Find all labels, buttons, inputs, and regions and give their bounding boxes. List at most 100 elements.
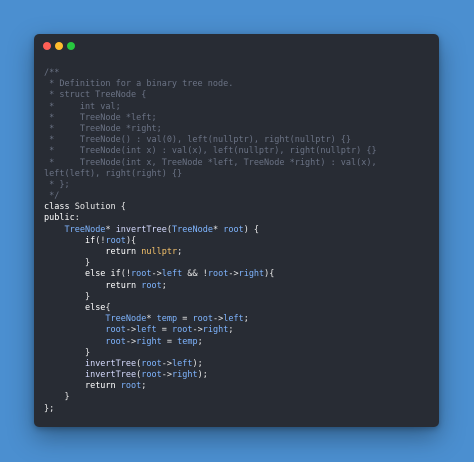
code-token: * int val; bbox=[44, 101, 121, 112]
code-line: return root; bbox=[44, 281, 377, 292]
code-token: * bbox=[146, 314, 157, 325]
code-token: root bbox=[105, 235, 126, 246]
code-line: * TreeNode(int x, TreeNode *left, TreeNo… bbox=[44, 158, 377, 169]
code-token: } bbox=[44, 392, 70, 403]
code-token: * TreeNode *left; bbox=[44, 112, 157, 123]
code-line: return nullptr; bbox=[44, 247, 377, 258]
code-token: : bbox=[74, 213, 80, 224]
close-window-button[interactable] bbox=[43, 42, 51, 50]
code-token: left bbox=[136, 325, 157, 336]
code-line: return root; bbox=[44, 381, 377, 392]
code-token: left bbox=[223, 314, 244, 325]
code-token: ; bbox=[141, 381, 147, 392]
code-token: TreeNode bbox=[105, 314, 147, 325]
code-token: nullptr bbox=[141, 247, 178, 257]
code-token: return bbox=[105, 247, 137, 257]
code-token: = bbox=[177, 314, 193, 325]
code-token: invertTree bbox=[84, 370, 137, 381]
code-token: ){ bbox=[264, 269, 275, 280]
code-token: * Definition for a binary tree node. bbox=[44, 79, 234, 90]
code-token: else if bbox=[84, 269, 121, 280]
code-line: * }; bbox=[44, 180, 377, 191]
code-line: TreeNode* temp = root->left; bbox=[44, 314, 377, 325]
code-window: /** * Definition for a binary tree node.… bbox=[34, 34, 439, 427]
code-line: * TreeNode *right; bbox=[44, 124, 377, 135]
code-line: * struct TreeNode { bbox=[44, 90, 377, 101]
code-token: root bbox=[141, 280, 162, 291]
code-token: TreeNode bbox=[172, 224, 213, 235]
code-line: if(!root){ bbox=[44, 236, 377, 247]
code-line: } bbox=[44, 292, 377, 303]
code-token: root bbox=[223, 224, 244, 235]
minimize-window-button[interactable] bbox=[55, 42, 63, 50]
code-line: /** bbox=[44, 68, 377, 79]
code-line: root->right = temp; bbox=[44, 337, 377, 348]
maximize-window-button[interactable] bbox=[67, 42, 75, 50]
window-titlebar bbox=[34, 34, 439, 60]
code-token: -> bbox=[125, 336, 137, 347]
code-token: ) { bbox=[243, 224, 260, 235]
code-line: * int val; bbox=[44, 102, 377, 113]
code-token: root bbox=[131, 269, 152, 280]
code-block: /** * Definition for a binary tree node.… bbox=[44, 68, 377, 415]
code-token: */ bbox=[44, 191, 60, 202]
code-token: -> bbox=[228, 269, 239, 280]
code-token: root bbox=[105, 336, 126, 347]
code-token: return bbox=[84, 381, 116, 392]
code-token: left(left), right(right) {} bbox=[44, 168, 183, 179]
code-token: * bbox=[212, 224, 224, 235]
code-line: TreeNode* invertTree(TreeNode* root) { bbox=[44, 225, 377, 236]
code-token: && ! bbox=[182, 269, 208, 280]
code-line: * TreeNode *left; bbox=[44, 113, 377, 124]
code-token: } bbox=[44, 347, 91, 358]
code-line: else{ bbox=[44, 303, 377, 314]
code-token: root bbox=[172, 325, 193, 336]
code-token: temp bbox=[156, 314, 178, 325]
code-token: temp bbox=[177, 336, 198, 347]
code-token: = bbox=[161, 336, 178, 347]
code-token: * bbox=[105, 224, 116, 235]
code-token: ){ bbox=[125, 235, 137, 246]
code-token: ; bbox=[243, 314, 249, 325]
code-token: right bbox=[202, 325, 229, 336]
code-token: root bbox=[207, 269, 229, 280]
code-line: } bbox=[44, 348, 377, 359]
code-token: ); bbox=[197, 370, 208, 381]
code-token: -> bbox=[161, 358, 172, 369]
code-token: * TreeNode *right; bbox=[44, 123, 162, 134]
code-token: * }; bbox=[44, 179, 70, 190]
code-token: invertTree bbox=[115, 224, 167, 235]
code-token: ; bbox=[228, 325, 234, 336]
code-token: -> bbox=[212, 314, 224, 325]
code-token: /** bbox=[44, 68, 60, 78]
code-token: root bbox=[141, 370, 162, 381]
code-token: = bbox=[156, 325, 172, 336]
code-token: right bbox=[172, 370, 198, 381]
code-token: TreeNode bbox=[64, 224, 106, 235]
code-token: -> bbox=[192, 325, 203, 336]
code-token: root bbox=[192, 314, 213, 325]
code-token: invertTree bbox=[84, 358, 137, 369]
code-token: (! bbox=[120, 269, 132, 280]
code-token: ; bbox=[161, 280, 167, 291]
code-line: invertTree(root->left); bbox=[44, 359, 377, 370]
code-token: root bbox=[141, 358, 162, 369]
code-token: -> bbox=[125, 325, 137, 336]
code-token: * TreeNode(int x, TreeNode *left, TreeNo… bbox=[44, 157, 377, 168]
code-line: } bbox=[44, 258, 377, 269]
code-token: return bbox=[105, 280, 137, 291]
code-token: * TreeNode(int x) : val(x), left(nullptr… bbox=[44, 146, 377, 157]
code-line: * TreeNode() : val(0), left(nullptr), ri… bbox=[44, 135, 377, 146]
code-line: root->left = root->right; bbox=[44, 325, 377, 336]
